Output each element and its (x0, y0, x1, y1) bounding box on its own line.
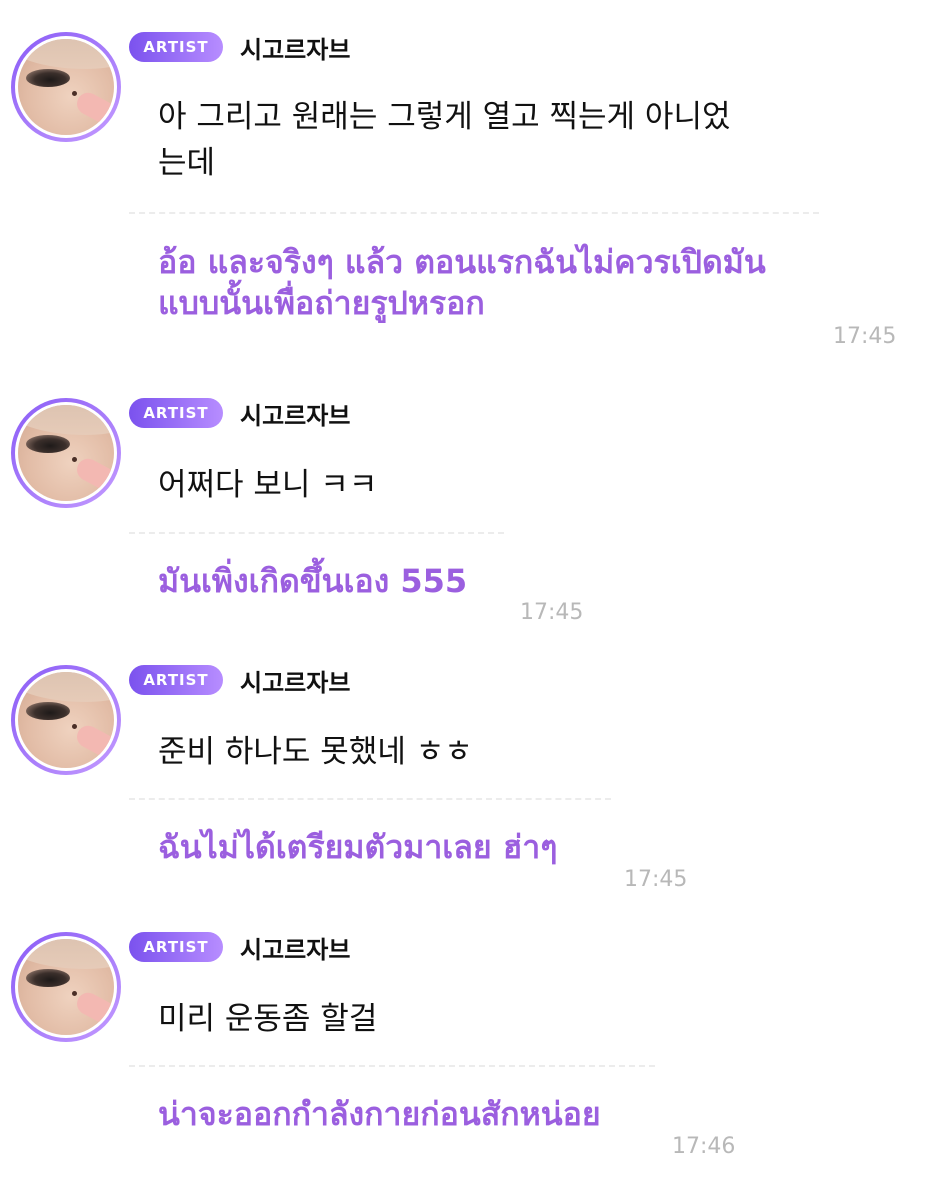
divider (129, 1065, 655, 1067)
author-name: 시고르자브 (240, 35, 351, 64)
chat-message: ARTIST 시고르자브 미리 운동좀 할걸 น่าจะออกกำลังกายก… (0, 932, 930, 1162)
divider (129, 532, 504, 534)
avatar[interactable] (11, 932, 121, 1042)
timestamp: 17:45 (833, 324, 897, 349)
translation-line: น่าจะออกกำลังกายก่อนสักหน่อย (158, 1095, 601, 1133)
original-text: 미리 운동좀 할걸 (158, 996, 377, 1042)
translation-line: มันเพิ่งเกิดขึ้นเอง 555 (158, 562, 468, 600)
divider (129, 212, 819, 214)
timestamp: 17:46 (672, 1134, 736, 1159)
message-header: ARTIST 시고르자브 (129, 665, 351, 697)
translation-line: อ้อ และจริงๆ แล้ว ตอนแรกฉันไม่ควรเปิดมัน (158, 243, 766, 281)
artist-badge: ARTIST (129, 398, 223, 428)
timestamp: 17:45 (624, 867, 688, 892)
original-text: 아 그리고 원래는 그렇게 열고 찍는게 아니었 는데 (158, 94, 730, 186)
chat-message: ARTIST 시고르자브 준비 하나도 못했네 ㅎㅎ ฉันไม่ได้เตรี… (0, 665, 930, 895)
author-name: 시고르자브 (240, 668, 351, 697)
translation-text: ฉันไม่ได้เตรียมตัวมาเลย ฮ่าๆ (158, 827, 557, 868)
author-name: 시고르자브 (240, 401, 351, 430)
avatar-photo (18, 939, 114, 1035)
timestamp: 17:45 (520, 600, 584, 625)
message-header: ARTIST 시고르자브 (129, 398, 351, 430)
message-header: ARTIST 시고르자브 (129, 932, 351, 964)
original-text: 준비 하나도 못했네 ㅎㅎ (158, 729, 473, 775)
original-text: 어쩌다 보니 ㅋㅋ (158, 462, 377, 508)
divider (129, 798, 611, 800)
chat-message: ARTIST 시고르자브 아 그리고 원래는 그렇게 열고 찍는게 아니었 는데… (0, 32, 930, 362)
avatar-photo (18, 39, 114, 135)
original-line: 아 그리고 원래는 그렇게 열고 찍는게 아니었 (158, 99, 731, 135)
artist-badge: ARTIST (129, 665, 223, 695)
message-header: ARTIST 시고르자브 (129, 32, 351, 64)
artist-badge: ARTIST (129, 32, 223, 62)
chat-message: ARTIST 시고르자브 어쩌다 보니 ㅋㅋ มันเพิ่งเกิดขึ้นเ… (0, 398, 930, 628)
avatar[interactable] (11, 665, 121, 775)
translation-line: ฉันไม่ได้เตรียมตัวมาเลย ฮ่าๆ (158, 828, 558, 866)
original-line: 준비 하나도 못했네 ㅎㅎ (158, 734, 473, 770)
artist-badge: ARTIST (129, 932, 223, 962)
chat-feed: ARTIST 시고르자브 아 그리고 원래는 그렇게 열고 찍는게 아니었 는데… (0, 0, 930, 1199)
translation-line: แบบนั้นเพื่อถ่ายรูปหรอก (158, 284, 485, 322)
avatar[interactable] (11, 398, 121, 508)
original-line: 미리 운동좀 할걸 (158, 1001, 378, 1037)
author-name: 시고르자브 (240, 935, 351, 964)
avatar-photo (18, 672, 114, 768)
translation-text: มันเพิ่งเกิดขึ้นเอง 555 (158, 561, 467, 602)
avatar-photo (18, 405, 114, 501)
original-line: 어쩌다 보니 ㅋㅋ (158, 467, 378, 503)
original-line: 는데 (158, 145, 216, 181)
avatar[interactable] (11, 32, 121, 142)
translation-text: น่าจะออกกำลังกายก่อนสักหน่อย (158, 1094, 601, 1135)
translation-text: อ้อ และจริงๆ แล้ว ตอนแรกฉันไม่ควรเปิดมัน… (158, 242, 766, 324)
